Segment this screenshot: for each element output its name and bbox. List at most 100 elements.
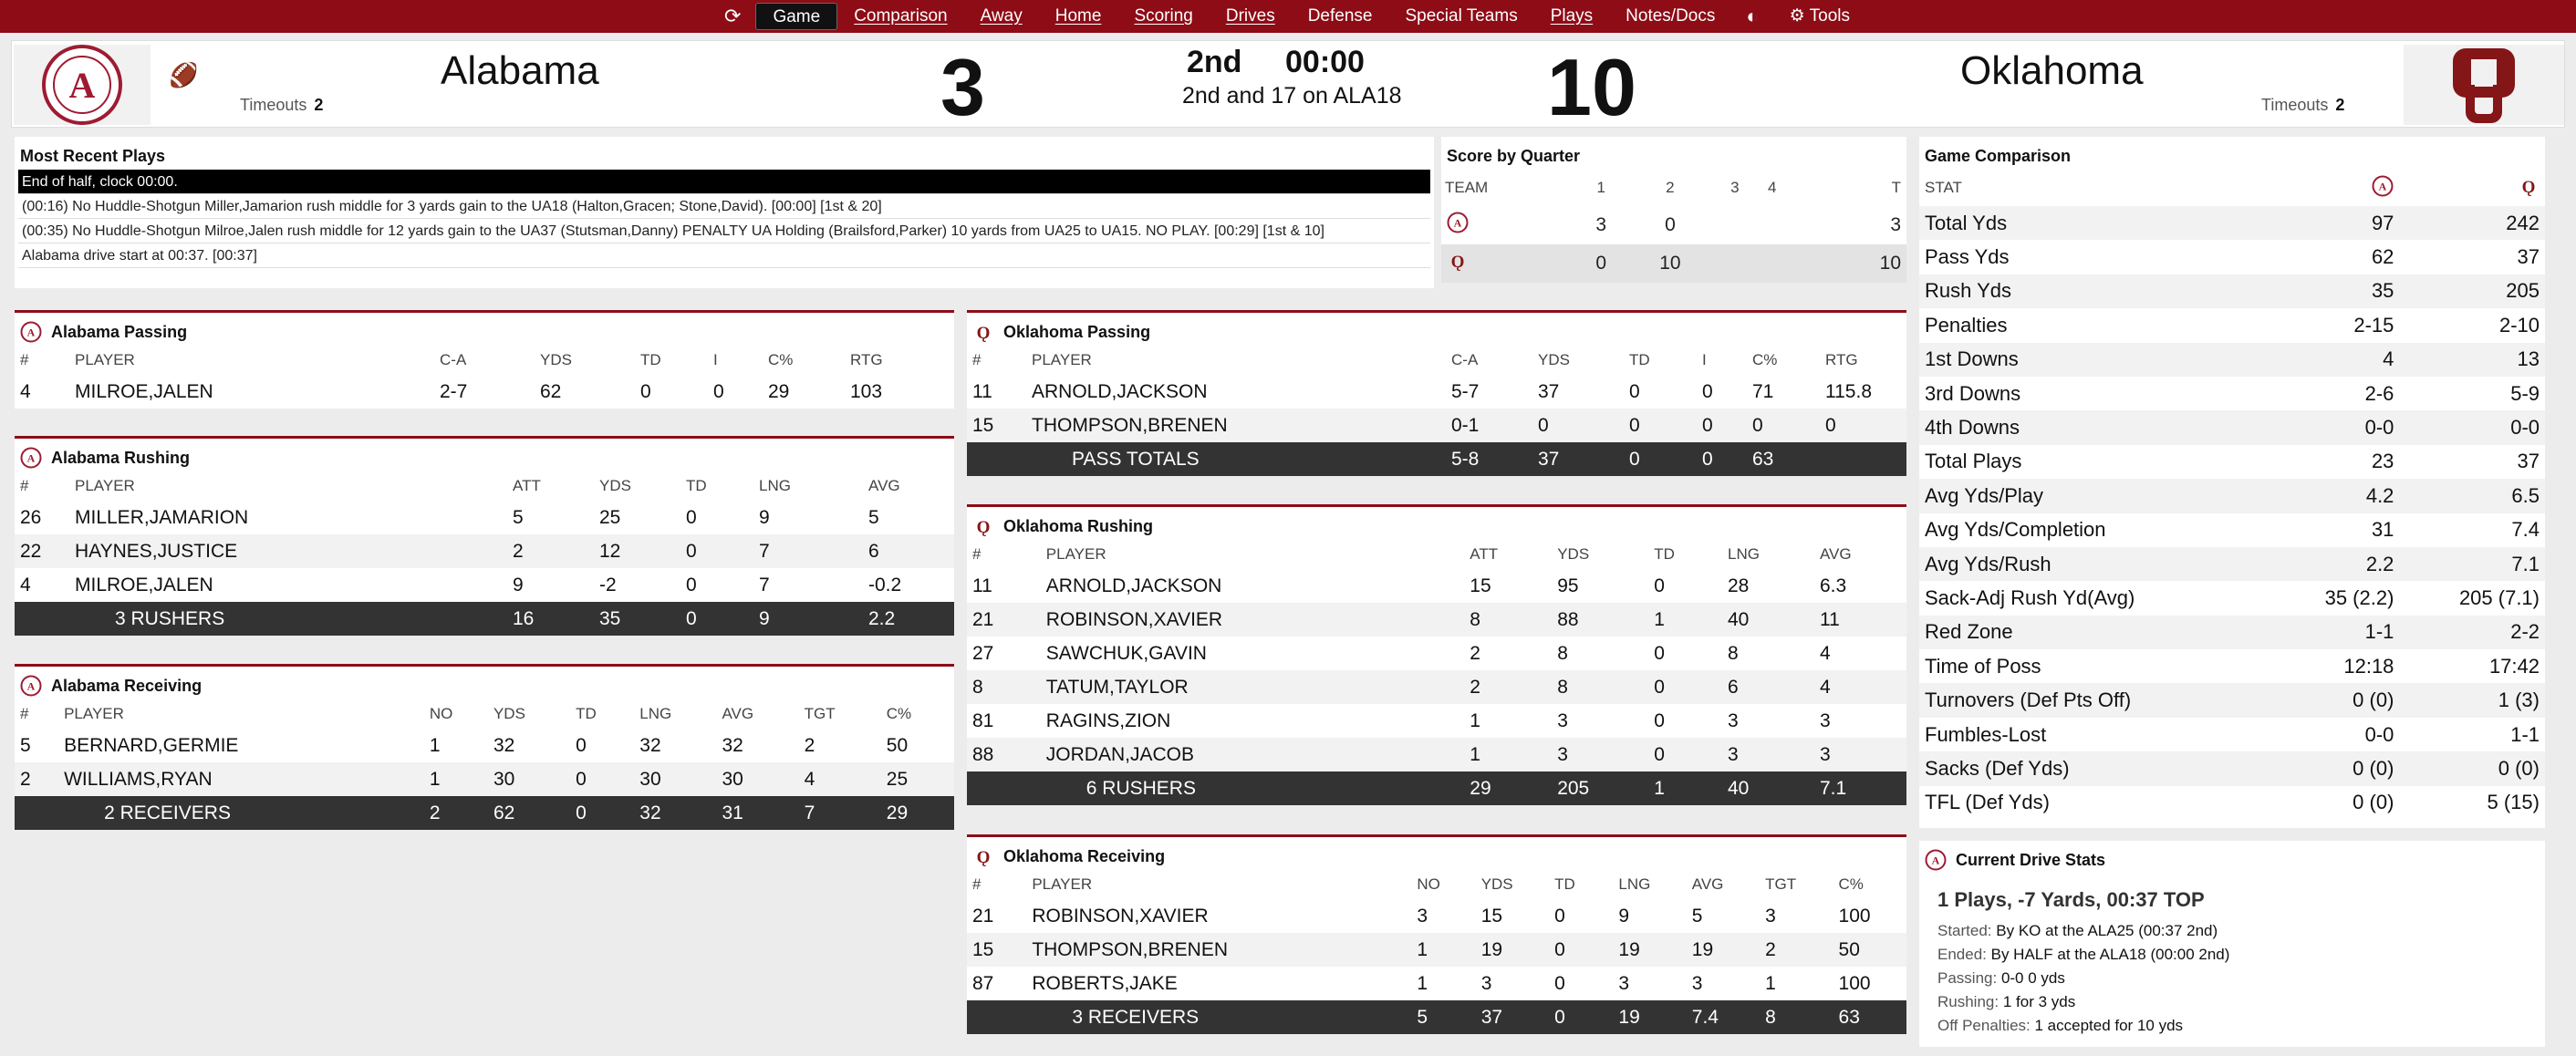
contrast-icon[interactable]: ◐ xyxy=(1731,3,1772,30)
col-header: C% xyxy=(1752,351,1778,368)
col-header: PLAYER xyxy=(1045,545,1106,563)
stat-cell: 19 xyxy=(1475,933,1550,967)
tab-away[interactable]: Away xyxy=(964,3,1039,30)
quarter-score: 0 xyxy=(1578,244,1625,283)
table-row[interactable]: 2 WILLIAMS,RYAN 1 30 0 30 30 4 25 xyxy=(15,762,954,796)
quarter-score: 10 xyxy=(1624,244,1717,283)
tab-game[interactable]: Game xyxy=(755,3,838,30)
table-row[interactable]: 15 THOMPSON,BRENEN 1 19 0 19 19 2 50 xyxy=(967,933,1906,967)
tab-drives[interactable]: Drives xyxy=(1210,3,1292,30)
total-row: PASS TOTALS 5-8 37 0 0 63 xyxy=(967,442,1906,476)
table-row[interactable]: 88 JORDAN,JACOB 1 3 0 3 3 xyxy=(967,738,1906,771)
play-row[interactable]: (00:16) No Huddle-Shotgun Miller,Jamario… xyxy=(18,194,1430,219)
table-row[interactable]: 26 MILLER,JAMARION 5 25 0 9 5 xyxy=(15,501,954,534)
svg-text:Ǫ: Ǫ xyxy=(1451,253,1465,272)
comparison-row: 3rd Downs 2-6 5-9 xyxy=(1919,377,2545,410)
stat-cell: 0 xyxy=(686,574,697,595)
col-header: PLAYER xyxy=(64,705,124,722)
tab-comparison[interactable]: Comparison xyxy=(837,3,963,30)
stat-cell: 4 xyxy=(798,762,881,796)
drive-rushing: Rushing: 1 for 3 yds xyxy=(1937,990,2527,1014)
total-cell: 40 xyxy=(1722,771,1814,805)
comparison-stat: Avg Yds/Completion xyxy=(1925,518,2106,542)
table-row[interactable]: 4 MILROE,JALEN 9 -2 0 7 -0.2 xyxy=(15,568,954,602)
panel-title-row: A Alabama Receiving xyxy=(15,667,954,699)
stat-cell: 21 xyxy=(967,603,1041,637)
stat-cell: 2 xyxy=(1760,933,1833,967)
col-header: AVG xyxy=(1819,545,1852,563)
player-name: RAGINS,ZION xyxy=(1045,709,1171,731)
stat-table: # PLAYER ATT YDS TD LNG AVG 26 MILLER,JAMARION 5 2… xyxy=(15,471,954,636)
player-name: HAYNES,JUSTICE xyxy=(69,534,507,568)
table-row[interactable]: 87 ROBERTS,JAKE 1 3 0 3 3 1 100 xyxy=(967,967,1906,1000)
table-row: Ǫ 0 10 10 xyxy=(1441,244,1906,283)
stat-cell: 0 xyxy=(570,762,635,796)
tab-notes-docs[interactable]: Notes/Docs xyxy=(1609,3,1731,30)
col-header: LNG xyxy=(759,477,791,494)
alabama-rushing-panel: A Alabama Rushing # PLAYER ATT YDS TD LNG AVG 26 M… xyxy=(15,436,954,636)
comparison-stat: TFL (Def Yds) xyxy=(1925,791,2050,814)
away-timeouts: Timeouts 2 xyxy=(240,96,323,115)
tab-scoring[interactable]: Scoring xyxy=(1117,3,1209,30)
tools-menu[interactable]: ⚙ Tools xyxy=(1773,3,1866,30)
total-row: 6 RUSHERS 29 205 1 40 7.1 xyxy=(967,771,1906,805)
tab-home[interactable]: Home xyxy=(1039,3,1118,30)
table-row[interactable]: 4 MILROE,JALEN 2-7 62 0 0 29 103 xyxy=(15,375,954,409)
total-cell: 3 RUSHERS xyxy=(69,602,507,636)
table-row[interactable]: 21 ROBINSON,XAVIER 3 15 0 9 5 3 100 xyxy=(967,899,1906,933)
table-row[interactable]: 22 HAYNES,JUSTICE 2 12 0 7 6 xyxy=(15,534,954,568)
alabama-mini-logo-icon: A xyxy=(20,321,42,343)
table-row[interactable]: 21 ROBINSON,XAVIER 8 88 1 40 11 xyxy=(967,603,1906,637)
col-header: YDS xyxy=(493,705,525,722)
quarter-score: 0 xyxy=(1665,214,1676,235)
comparison-alabama: 35 xyxy=(2271,274,2400,309)
table-row[interactable]: 27 SAWCHUK,GAVIN 2 8 0 8 4 xyxy=(967,637,1906,670)
total-row: 3 RECEIVERS 5 37 0 19 7.4 8 63 xyxy=(967,1000,1906,1034)
oklahoma-passing-panel: Ǫ Oklahoma Passing # PLAYER C-A YDS TD I C% RTG 11… xyxy=(967,310,1906,476)
comparison-stat: Red Zone xyxy=(1919,615,2272,650)
stat-cell: 37 xyxy=(1538,380,1560,402)
table-row[interactable]: 81 RAGINS,ZION 1 3 0 3 3 xyxy=(967,704,1906,738)
panel-title: Alabama Receiving xyxy=(51,676,203,695)
total-cell: 0 xyxy=(680,602,753,636)
alabama-mini-logo-icon: A xyxy=(20,447,42,469)
tab-plays[interactable]: Plays xyxy=(1534,3,1609,30)
table-row[interactable]: 11 ARNOLD,JACKSON 15 95 0 28 6.3 xyxy=(967,569,1906,603)
timeouts-label: Timeouts xyxy=(240,96,307,114)
refresh-icon[interactable]: ⟳ xyxy=(710,3,755,30)
total-cell: 37 xyxy=(1532,442,1624,476)
col-header: TGT xyxy=(1765,875,1797,893)
table-row[interactable]: 5 BERNARD,GERMIE 1 32 0 32 32 2 50 xyxy=(15,729,954,762)
comparison-stat: Avg Yds/Rush xyxy=(1919,546,2272,582)
total-row: 2 RECEIVERS 2 62 0 32 31 7 29 xyxy=(15,796,954,830)
comparison-stat: 1st Downs xyxy=(1919,342,2272,377)
stat-cell: 25 xyxy=(880,762,954,796)
total-cell: 31 xyxy=(716,796,799,830)
play-row[interactable]: Alabama drive start at 00:37. [00:37] xyxy=(18,243,1430,268)
drive-details: 1 Plays, -7 Yards, 00:37 TOP Started: By… xyxy=(1919,874,2545,1045)
table-row[interactable]: 8 TATUM,TAYLOR 2 8 0 6 4 xyxy=(967,670,1906,704)
player-name: MILROE,JALEN xyxy=(75,380,213,402)
stat-cell: 3 xyxy=(1480,972,1492,994)
total-cell xyxy=(967,771,1041,805)
oklahoma-mini-logo-icon: Ǫ xyxy=(1451,253,1465,272)
player-name: ARNOLD,JACKSON xyxy=(1032,380,1208,402)
col-header: C-A xyxy=(1451,351,1479,368)
play-row[interactable]: (00:35) No Huddle-Shotgun Milroe,Jalen r… xyxy=(18,219,1430,243)
tab-special-teams[interactable]: Special Teams xyxy=(1388,3,1533,30)
total-cell: 7.1 xyxy=(1813,771,1906,805)
table-row[interactable]: 15 THOMPSON,BRENEN 0-1 0 0 0 0 0 xyxy=(967,409,1906,442)
oklahoma-logo xyxy=(2404,45,2564,125)
comparison-stat: Sacks (Def Yds) xyxy=(1919,751,2272,786)
comparison-stat: Avg Yds/Play xyxy=(1919,479,2272,513)
alabama-mini-logo-icon: A xyxy=(1925,849,1947,871)
play-row[interactable]: End of half, clock 00:00. xyxy=(18,170,1430,194)
col-header: TD xyxy=(686,477,707,494)
total-cell: 7 xyxy=(798,796,881,830)
tab-defense[interactable]: Defense xyxy=(1292,3,1389,30)
col-header: YDS xyxy=(540,351,572,368)
stat-cell: 0-1 xyxy=(1446,409,1532,442)
table-row[interactable]: 11 ARNOLD,JACKSON 5-7 37 0 0 71 115.8 xyxy=(967,375,1906,409)
stat-cell: 15 xyxy=(967,409,1026,442)
comparison-oklahoma: 5 (15) xyxy=(2487,791,2540,814)
